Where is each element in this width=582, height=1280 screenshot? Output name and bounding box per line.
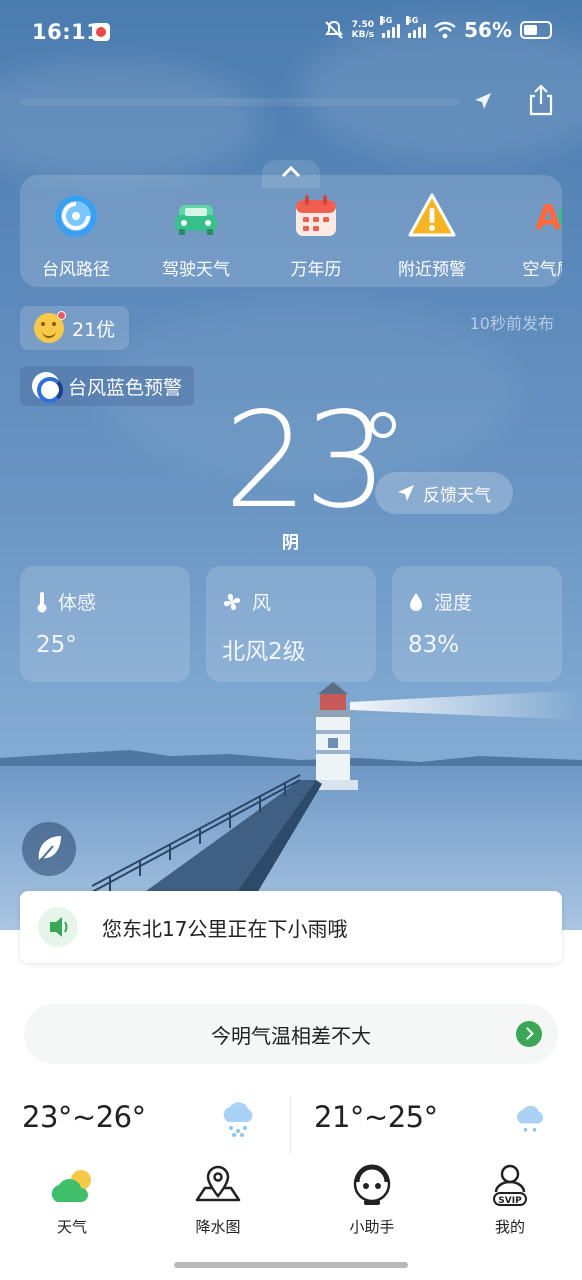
rain-cloud-icon bbox=[517, 1105, 543, 1132]
wifi-icon bbox=[434, 21, 456, 39]
status-time: 16:11 bbox=[32, 20, 102, 44]
mute-icon bbox=[324, 20, 343, 39]
location-bar[interactable] bbox=[0, 80, 582, 124]
tab-label: 小助手 bbox=[349, 1218, 395, 1236]
typhoon-warning-badge[interactable]: 台风蓝色预警 bbox=[20, 366, 195, 406]
weather-tab-icon bbox=[51, 1170, 91, 1202]
warning-text: 台风蓝色预警 bbox=[68, 376, 183, 399]
network-speed-value: 7.50 bbox=[351, 20, 374, 30]
forecast-today-range: 23°~26° bbox=[22, 1100, 146, 1134]
quick-link-calendar[interactable]: 万年历 bbox=[266, 191, 366, 280]
feedback-weather-button[interactable]: 反馈天气 bbox=[375, 472, 513, 514]
degree-symbol bbox=[370, 412, 396, 438]
tip-text: 今明气温相差不大 bbox=[211, 1023, 371, 1048]
droplet-icon bbox=[410, 592, 422, 611]
quick-link-driving[interactable]: 驾驶天气 bbox=[146, 191, 246, 280]
tab-label: 天气 bbox=[56, 1218, 87, 1236]
assistant-icon bbox=[353, 1164, 391, 1205]
quick-link-label: 附近预警 bbox=[398, 260, 466, 280]
smiley-face-icon bbox=[34, 311, 66, 343]
location-name-blurred bbox=[20, 98, 460, 106]
tab-weather[interactable]: 天气 bbox=[22, 1162, 122, 1237]
quick-link-label: 空气质 bbox=[522, 260, 563, 280]
tab-label: 降水图 bbox=[195, 1218, 241, 1236]
warning-icon bbox=[408, 193, 456, 237]
aqi-text: 21优 bbox=[72, 318, 116, 341]
quick-link-label: 台风路径 bbox=[42, 260, 110, 280]
detail-card-wind[interactable]: 风 北风2级 bbox=[206, 566, 376, 682]
network-speed: 7.50 KB/s bbox=[352, 20, 374, 40]
detail-label: 风 bbox=[252, 592, 272, 614]
detail-label: 湿度 bbox=[434, 592, 473, 614]
sim1-label: 5G bbox=[380, 16, 393, 25]
leaf-button[interactable] bbox=[22, 822, 76, 876]
share-icon[interactable] bbox=[526, 84, 556, 116]
leaf-icon bbox=[38, 836, 61, 863]
status-bar: 16:11 7.50 KB/s 5G 5G 56% bbox=[0, 0, 582, 64]
detail-value: 25° bbox=[36, 632, 77, 658]
network-speed-unit: KB/s bbox=[351, 30, 375, 40]
forecast-divider bbox=[290, 1096, 291, 1154]
signal-sim1-icon: 5G bbox=[380, 16, 401, 38]
forecast-tomorrow-range: 21°~25° bbox=[314, 1100, 438, 1134]
feedback-label: 反馈天气 bbox=[423, 485, 491, 506]
rain-alert-text: 您东北17公里正在下小雨哦 bbox=[102, 916, 348, 941]
quick-link-air-quality[interactable]: AQ 空气质 bbox=[498, 191, 563, 280]
quick-link-label: 驾驶天气 bbox=[162, 260, 230, 280]
publish-time: 10秒前发布 bbox=[469, 314, 554, 333]
send-icon bbox=[398, 485, 414, 501]
quick-link-typhoon[interactable]: 台风路径 bbox=[26, 191, 126, 280]
detail-value: 83% bbox=[408, 632, 460, 658]
svg-text:Q: Q bbox=[557, 198, 562, 238]
tab-assistant[interactable]: 小助手 bbox=[322, 1162, 422, 1237]
arrow-right-icon bbox=[516, 1021, 542, 1047]
home-indicator[interactable] bbox=[174, 1262, 408, 1268]
location-arrow-icon bbox=[475, 93, 491, 109]
current-condition: 阴 bbox=[282, 533, 299, 553]
battery-percent: 56% bbox=[464, 18, 512, 42]
typhoon-icon bbox=[55, 195, 97, 237]
precip-map-icon bbox=[195, 1165, 241, 1202]
signal-sim2-icon: 5G bbox=[406, 16, 427, 38]
aqi-badge[interactable]: 21优 bbox=[20, 306, 130, 350]
tab-precip-map[interactable]: 降水图 bbox=[168, 1162, 268, 1237]
rain-alert-card[interactable]: 您东北17公里正在下小雨哦 bbox=[20, 891, 562, 963]
svip-badge-text: SVIP bbox=[498, 1196, 522, 1206]
temperature-tip-banner[interactable]: 今明气温相差不大 bbox=[24, 1004, 558, 1064]
quick-link-label: 万年历 bbox=[290, 260, 342, 280]
detail-card-feels-like[interactable]: 体感 25° bbox=[20, 566, 190, 682]
detail-value: 北风2级 bbox=[222, 639, 306, 665]
rain-cloud-icon bbox=[223, 1102, 253, 1137]
bottom-tab-bar: 天气 降水图 小助手 SVIP 我的 bbox=[0, 1156, 582, 1246]
typhoon-warning-icon bbox=[32, 372, 63, 403]
quick-links-bar: 台风路径 驾驶天气 万年历 附近预警 AQ 空气质 bbox=[20, 175, 562, 287]
current-temperature: 23 bbox=[224, 384, 388, 538]
tab-profile[interactable]: SVIP 我的 bbox=[460, 1162, 560, 1237]
speaker-icon bbox=[38, 907, 78, 947]
calendar-icon bbox=[296, 195, 336, 236]
tab-label: 我的 bbox=[494, 1218, 525, 1236]
aqi-icon: AQ bbox=[535, 198, 562, 238]
profile-icon: SVIP bbox=[493, 1164, 527, 1206]
car-icon bbox=[175, 205, 217, 235]
detail-label: 体感 bbox=[58, 592, 97, 614]
sim2-label: 5G bbox=[406, 16, 419, 25]
battery-icon bbox=[520, 21, 552, 39]
quick-link-warning[interactable]: 附近预警 bbox=[382, 191, 482, 280]
notification-badge-icon bbox=[92, 23, 110, 41]
thermometer-icon bbox=[37, 591, 47, 612]
fan-icon bbox=[223, 593, 241, 610]
detail-card-humidity[interactable]: 湿度 83% bbox=[392, 566, 562, 682]
